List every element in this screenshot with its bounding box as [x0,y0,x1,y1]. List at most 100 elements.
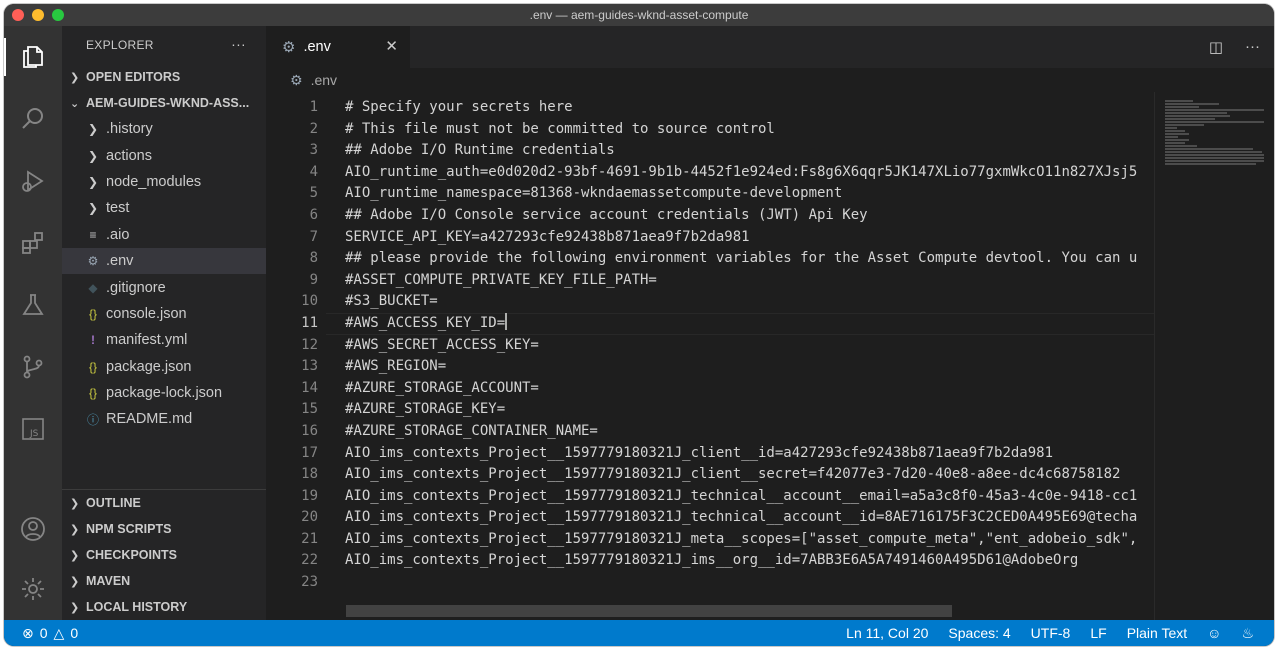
problems-indicator[interactable]: ⊗ 0 △ 0 [22,625,78,642]
tree-item-gitignore[interactable]: ◆ .gitignore [62,274,266,300]
line-number: 11 [301,314,318,331]
line-number: 9 [309,271,318,288]
close-window-button[interactable] [12,9,24,21]
code-line[interactable]: ## please provide the following environm… [345,248,1154,270]
code-line[interactable]: #AZURE_STORAGE_KEY= [345,399,1154,421]
code-line[interactable]: AIO_runtime_auth=e0d020d2-93bf-4691-9b1b… [345,162,1154,184]
code-line[interactable] [345,572,1154,594]
end-of-line[interactable]: LF [1090,625,1106,641]
line-number: 17 [301,444,318,461]
yaml-exclamation-icon: ! [91,333,95,348]
line-number: 6 [309,206,318,223]
editor-actions: ◫ ··· [1209,38,1260,56]
window-title: .env — aem-guides-wknd-asset-compute [529,8,749,22]
code-line[interactable]: AIO_ims_contexts_Project__1597779180321J… [345,443,1154,465]
tree-item-package-json[interactable]: {} package.json [62,354,266,380]
window-controls [12,9,64,21]
tree-item-readme-md[interactable]: ⓘ README.md [62,406,266,432]
chevron-right-icon: ❯ [70,523,80,536]
tree-item-test[interactable]: ❯ test [62,195,266,221]
minimap-line [1165,112,1227,114]
line-number: 23 [301,574,318,591]
indentation[interactable]: Spaces: 4 [948,625,1010,641]
js-icon[interactable]: JS [4,404,62,454]
maximize-window-button[interactable] [52,9,64,21]
notifications-bell-icon[interactable]: ♨ [1241,625,1254,642]
outline-section[interactable]: ❯ OUTLINE [62,490,266,516]
close-icon[interactable]: ✕ [385,37,398,55]
checkpoints-section[interactable]: ❯ CHECKPOINTS [62,542,266,568]
tree-item-package-lock-json[interactable]: {} package-lock.json [62,380,266,406]
minimap-line [1165,145,1197,147]
project-folder-section[interactable]: ⌄ AEM-GUIDES-WKND-ASS... [62,90,266,116]
gear-icon: ⚙ [282,39,296,56]
code-line[interactable]: SERVICE_API_KEY=a427293cfe92438b871aea9f… [345,227,1154,249]
code-line[interactable]: #S3_BUCKET= [345,291,1154,313]
code-line[interactable]: AIO_ims_contexts_Project__1597779180321J… [345,486,1154,508]
code-line[interactable]: ## Adobe I/O Console service account cre… [345,205,1154,227]
minimap-line [1165,106,1199,108]
code-line[interactable]: # Specify your secrets here [345,97,1154,119]
code-line[interactable]: #AWS_SECRET_ACCESS_KEY= [345,335,1154,357]
language-mode[interactable]: Plain Text [1127,625,1187,641]
maven-section[interactable]: ❯ MAVEN [62,568,266,594]
minimap-line [1165,115,1231,117]
tree-item-aio[interactable]: ≡ .aio [62,222,266,248]
code-line[interactable]: AIO_ims_contexts_Project__1597779180321J… [345,464,1154,486]
code-line[interactable]: AIO_runtime_namespace=81368-wkndaemasset… [345,183,1154,205]
search-icon[interactable] [4,94,62,144]
minimap[interactable] [1154,92,1274,620]
chevron-right-icon: ❯ [87,122,99,137]
line-number: 13 [301,358,318,375]
chevron-right-icon: ❯ [70,497,80,510]
extensions-icon[interactable] [4,218,62,268]
minimap-line [1165,151,1262,153]
minimize-window-button[interactable] [32,9,44,21]
split-editor-icon[interactable]: ◫ [1209,38,1223,56]
source-control-icon[interactable] [4,342,62,392]
code-line[interactable]: #AZURE_STORAGE_CONTAINER_NAME= [345,421,1154,443]
tab-env[interactable]: ⚙ .env ✕ [266,26,410,68]
tree-item-actions[interactable]: ❯ actions [62,142,266,168]
code-line[interactable]: ## Adobe I/O Runtime credentials [345,140,1154,162]
code-line[interactable]: AIO_ims_contexts_Project__1597779180321J… [345,550,1154,572]
horizontal-scrollbar[interactable] [346,605,952,617]
settings-gear-icon[interactable] [4,564,62,614]
npm-scripts-section[interactable]: ❯ NPM SCRIPTS [62,516,266,542]
minimap-line [1165,160,1264,162]
code-line[interactable]: #AWS_REGION= [345,356,1154,378]
vscode-window: .env — aem-guides-wknd-asset-compute JS [4,4,1274,646]
code-line[interactable]: #AWS_ACCESS_KEY_ID= [345,312,1154,335]
open-editors-section[interactable]: ❯ OPEN EDITORS [62,64,266,90]
explorer-icon[interactable] [4,32,62,82]
tree-item-history[interactable]: ❯ .history [62,116,266,142]
more-actions-icon[interactable]: ··· [1245,38,1260,56]
tree-item-env[interactable]: ⚙ .env [62,247,266,275]
chevron-right-icon: ❯ [70,549,80,562]
activity-bar: JS [4,26,62,620]
code-line[interactable]: #ASSET_COMPUTE_PRIVATE_KEY_FILE_PATH= [345,270,1154,292]
feedback-icon[interactable]: ☺ [1207,625,1221,641]
minimap-line [1165,157,1264,159]
code-line[interactable]: AIO_ims_contexts_Project__1597779180321J… [345,507,1154,529]
tree-item-manifest-yml[interactable]: ! manifest.yml [62,327,266,353]
minimap-line [1165,163,1257,165]
explorer-header: EXPLORER ··· [86,36,246,52]
code-line[interactable]: # This file must not be committed to sou… [345,119,1154,141]
more-actions-icon[interactable]: ··· [231,36,246,52]
code-content[interactable]: # Specify your secrets here # This file m… [345,97,1154,594]
tree-item-node-modules[interactable]: ❯ node_modules [62,169,266,195]
account-icon[interactable] [4,504,62,554]
cursor-position[interactable]: Ln 11, Col 20 [846,625,928,641]
tree-item-console-json[interactable]: {} console.json [62,301,266,327]
encoding[interactable]: UTF-8 [1031,625,1071,641]
code-line[interactable]: #AZURE_STORAGE_ACCOUNT= [345,378,1154,400]
json-braces-icon: {} [88,386,97,401]
code-line[interactable]: AIO_ims_contexts_Project__1597779180321J… [345,529,1154,551]
local-history-section[interactable]: ❯ LOCAL HISTORY [62,594,266,620]
breadcrumb-file[interactable]: .env [311,72,337,88]
run-debug-icon[interactable] [4,156,62,206]
json-braces-icon: {} [88,359,97,374]
testing-flask-icon[interactable] [4,280,62,330]
code-editor[interactable]: 1 2 3 4 5 6 7 8 9 10 11 12 13 14 15 16 17 18 19 20 21 22 23 # … [266,92,1154,620]
